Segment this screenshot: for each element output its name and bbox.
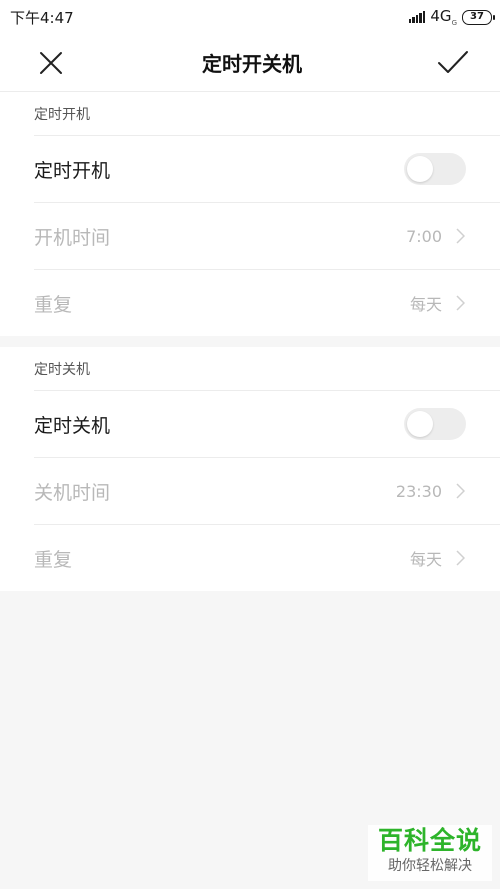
toggle-knob — [407, 156, 433, 182]
section-divider — [0, 336, 500, 347]
power-on-time-label: 开机时间 — [34, 226, 111, 249]
status-time: 下午4:47 — [10, 8, 74, 27]
power-on-repeat-label: 重复 — [34, 293, 73, 316]
power-off-time-row[interactable]: 关机时间 23:30 — [34, 457, 500, 524]
power-off-toggle[interactable] — [404, 408, 466, 440]
power-off-repeat-label: 重复 — [34, 548, 73, 571]
network-type: 4GG — [430, 7, 457, 27]
chevron-right-icon — [454, 227, 466, 245]
power-on-repeat-row[interactable]: 重复 每天 — [34, 269, 500, 336]
watermark-subtitle: 助你轻松解决 — [388, 858, 472, 874]
power-off-time-value: 23:30 — [395, 481, 442, 501]
check-icon[interactable] — [436, 46, 470, 80]
status-indicators: 4GG 37 — [408, 7, 495, 27]
network-sub: G — [451, 19, 457, 27]
power-on-toggle-label: 定时开机 — [34, 159, 111, 182]
power-off-repeat-value: 每天 — [409, 550, 442, 569]
watermark-title: 百科全说 — [377, 826, 482, 855]
title-bar: 定时开关机 — [0, 34, 500, 92]
signal-icon — [408, 11, 426, 23]
power-off-toggle-row[interactable]: 定时关机 — [34, 390, 500, 457]
chevron-right-icon — [454, 549, 466, 567]
power-off-time-label: 关机时间 — [34, 481, 111, 504]
close-icon[interactable] — [34, 46, 68, 80]
section-header-power-on: 定时开机 — [34, 106, 90, 123]
power-on-time-value: 7:00 — [406, 226, 442, 246]
toggle-knob — [407, 411, 433, 437]
power-on-toggle-row[interactable]: 定时开机 — [34, 135, 500, 202]
power-on-repeat-value: 每天 — [409, 295, 442, 314]
chevron-right-icon — [454, 482, 466, 500]
battery-icon: 37 — [462, 9, 495, 25]
chevron-right-icon — [454, 294, 466, 312]
watermark-logo: 百科全说 助你轻松解决 — [368, 825, 492, 881]
power-off-repeat-row[interactable]: 重复 每天 — [34, 524, 500, 591]
power-off-section: 定时关机 定时关机 关机时间 23:30 重复 每天 — [0, 347, 500, 591]
power-off-toggle-label: 定时关机 — [34, 414, 111, 437]
power-on-toggle[interactable] — [404, 153, 466, 185]
power-on-time-row[interactable]: 开机时间 7:00 — [34, 202, 500, 269]
status-bar: 下午4:47 4GG 37 — [0, 0, 500, 34]
section-header-power-off: 定时关机 — [34, 361, 90, 378]
power-on-section: 定时开机 定时开机 开机时间 7:00 重复 每天 — [0, 92, 500, 336]
page-title: 定时开关机 — [202, 52, 302, 76]
